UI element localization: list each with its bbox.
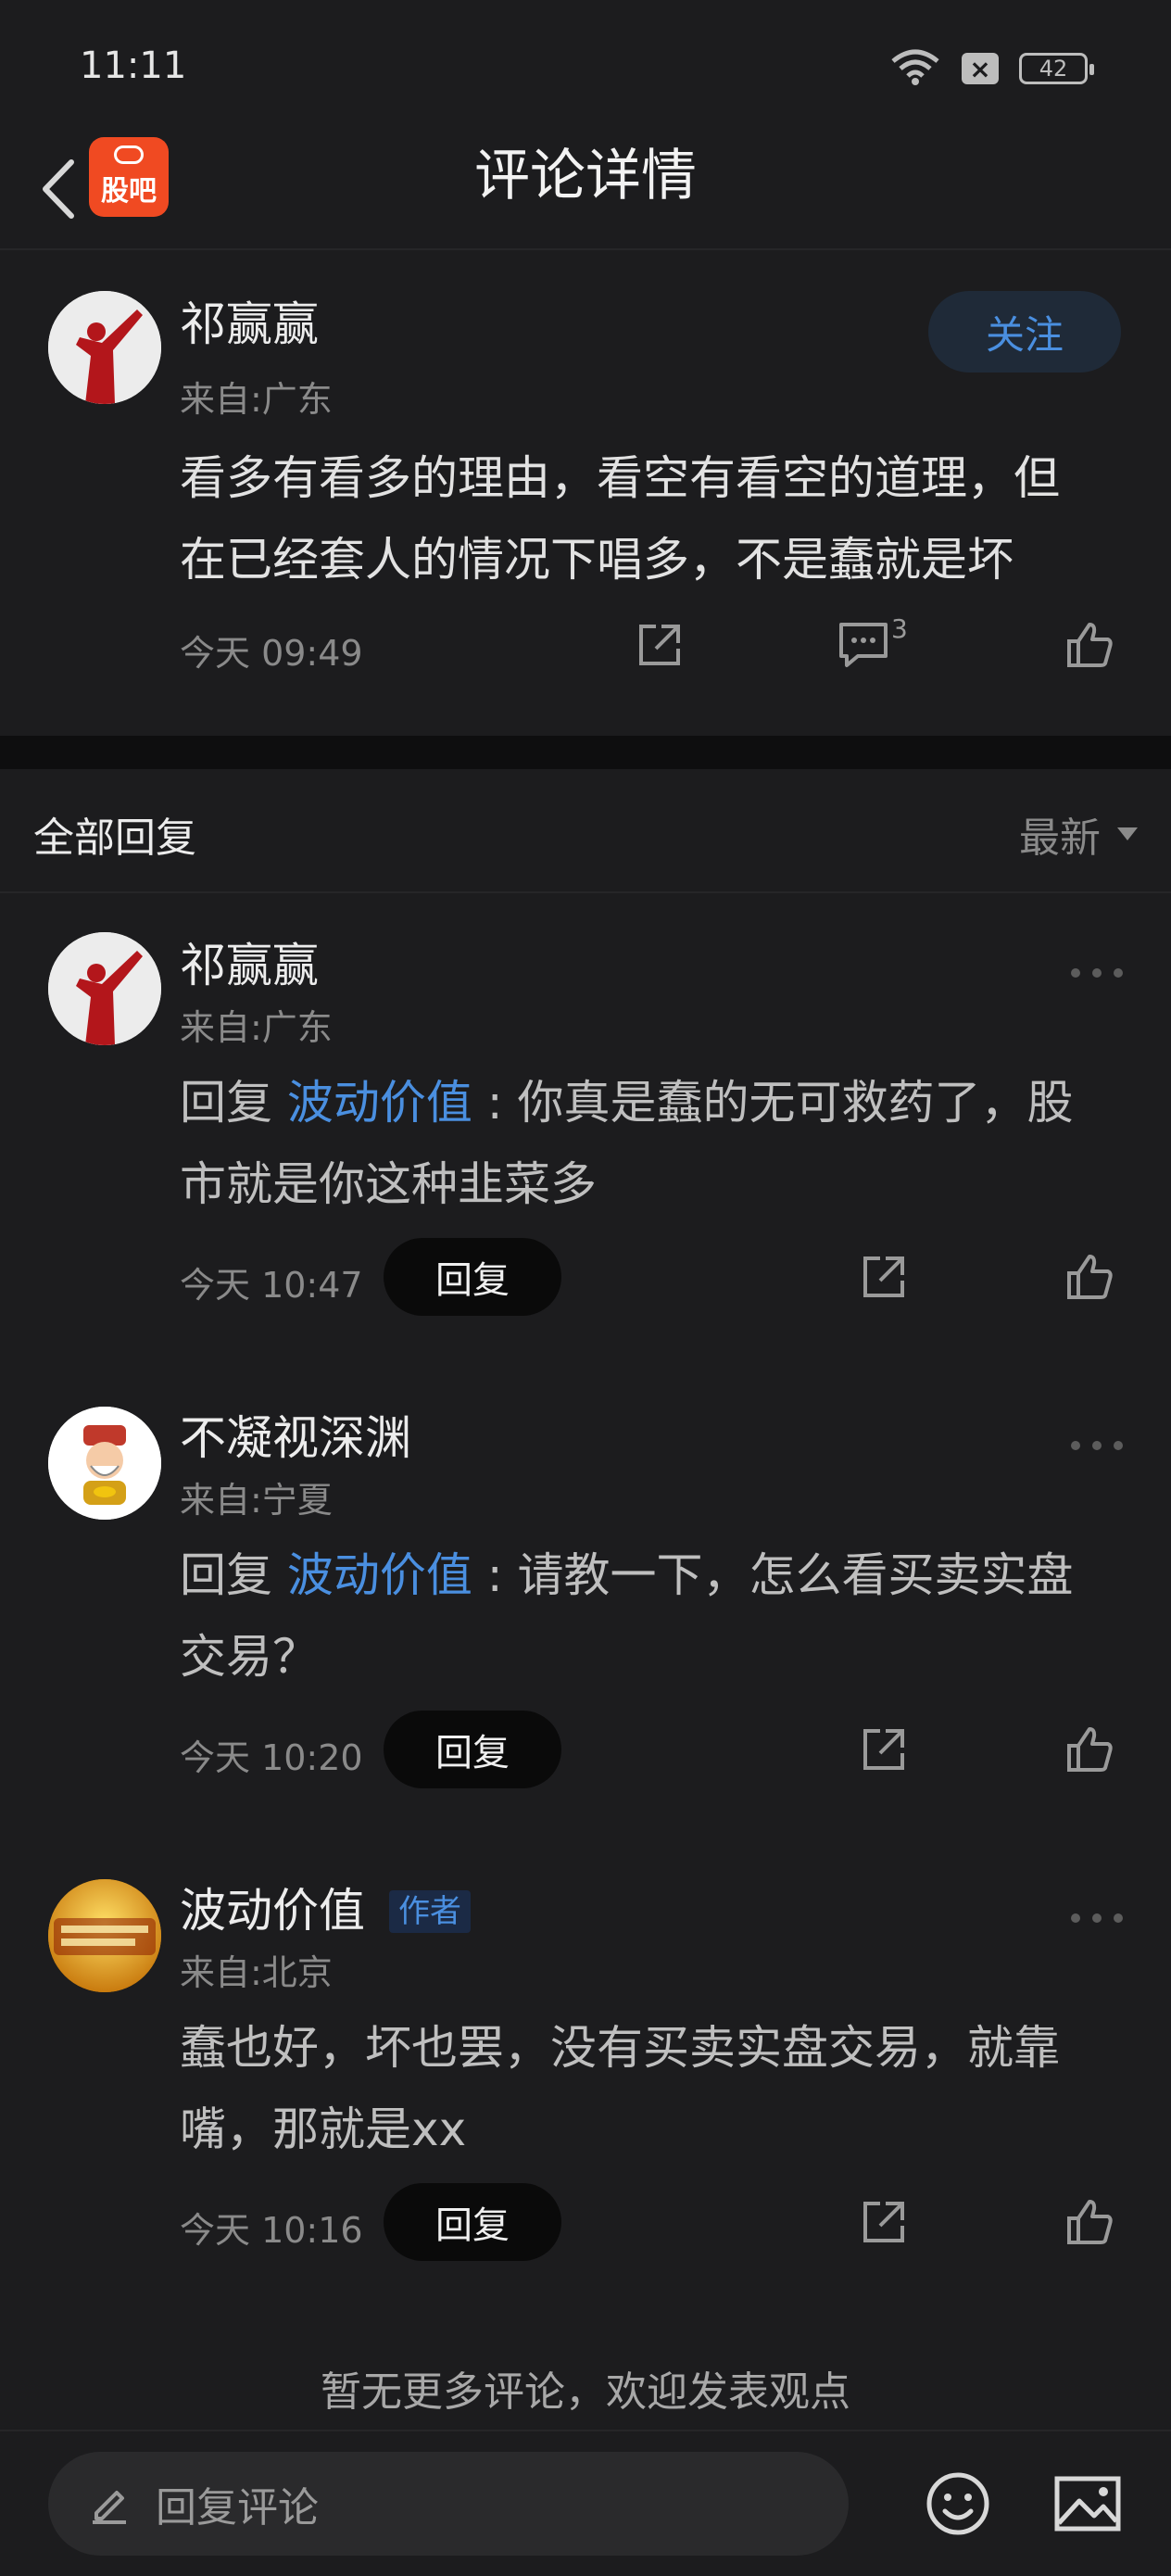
status-bar: 11:11 × 42	[0, 0, 1171, 130]
more-options-icon[interactable]	[1071, 1436, 1123, 1455]
guba-app-badge[interactable]: 股吧	[89, 137, 169, 217]
avatar-image	[48, 932, 161, 1045]
comment-line: 看多有看多的理由，看空有看空的道理，但	[180, 451, 1060, 505]
share-icon[interactable]	[630, 615, 689, 675]
author-location: 来自:北京	[180, 1952, 333, 1993]
battery-icon: 42	[1019, 53, 1094, 84]
main-comment: 祁赢赢 来自:广东 关注 看多有看多的理由，看空有看空的道理，但 在已经套人的情…	[0, 252, 1171, 736]
badge-logo-icon	[114, 145, 144, 164]
like-icon[interactable]	[1060, 1247, 1119, 1307]
reply-item: 不凝视深渊 来自:宁夏 回复 波动价值 : 请教一下，怎么看买卖实盘 交易？ 今…	[0, 1368, 1171, 1831]
reply-item: 波动价值 作者 来自:北京 蠢也好，坏也罢，没有买卖实盘交易，就靠 嘴，那就是x…	[0, 1840, 1171, 2304]
reply-text: : 你真是蠢的无可救药了，股	[472, 1076, 1074, 1130]
reply-input[interactable]: 回复评论	[48, 2452, 849, 2556]
back-button[interactable]	[26, 143, 91, 235]
more-options-icon[interactable]	[1071, 1909, 1123, 1927]
reply-button[interactable]: 回复	[384, 1238, 561, 1316]
comment-content: 看多有看多的理由，看空有看空的道理，但 在已经套人的情况下唱多，不是蠢就是坏	[180, 437, 1060, 600]
author-name[interactable]: 波动价值	[180, 1883, 365, 1938]
reply-line: 市就是你这种韭菜多	[180, 1157, 597, 1211]
mention-link[interactable]: 波动价值	[287, 1076, 472, 1130]
emoji-icon[interactable]	[919, 2465, 997, 2543]
app-badge-label: 股吧	[101, 175, 157, 208]
reply-line: 交易？	[180, 1630, 319, 1684]
author-name[interactable]: 祁赢赢	[180, 938, 319, 993]
section-title: 全部回复	[33, 814, 196, 862]
comment-count: 3	[891, 613, 908, 644]
reply-prefix: 回复	[180, 1548, 287, 1602]
like-icon[interactable]	[1060, 615, 1119, 675]
reply-line: 回复 波动价值 : 你真是蠢的无可救药了，股	[180, 1062, 1074, 1143]
author-location: 来自:广东	[180, 379, 333, 420]
share-icon[interactable]	[854, 1247, 913, 1307]
author-location: 来自:宁夏	[180, 1480, 333, 1521]
mention-link[interactable]: 波动价值	[287, 1548, 472, 1602]
share-icon[interactable]	[854, 2192, 913, 2252]
share-icon[interactable]	[854, 1720, 913, 1779]
sort-dropdown[interactable]: 最新	[1019, 804, 1138, 864]
author-location: 来自:广东	[180, 1007, 333, 1048]
comment-icon[interactable]	[834, 615, 893, 675]
chevron-left-icon	[43, 159, 74, 219]
reply-content: 回复 波动价值 : 请教一下，怎么看买卖实盘 交易？	[180, 1534, 1074, 1698]
battery-level: 42	[1039, 56, 1068, 82]
reply-text: : 请教一下，怎么看买卖实盘	[472, 1548, 1074, 1602]
status-icons: × 42	[889, 48, 1094, 89]
sort-label: 最新	[1019, 814, 1101, 862]
avatar[interactable]	[48, 932, 161, 1045]
page-title: 评论详情	[474, 144, 697, 208]
author-name[interactable]: 祁赢赢	[180, 297, 319, 352]
more-options-icon[interactable]	[1071, 964, 1123, 982]
replies-section-header: 全部回复 最新	[0, 769, 1171, 893]
comment-line: 在已经套人的情况下唱多，不是蠢就是坏	[180, 533, 1014, 587]
pencil-icon	[93, 2491, 126, 2524]
like-icon[interactable]	[1060, 1720, 1119, 1779]
reply-content: 回复 波动价值 : 你真是蠢的无可救药了，股 市就是你这种韭菜多	[180, 1062, 1074, 1225]
reply-line: 蠢也好，坏也罢，没有买卖实盘交易，就靠	[180, 2021, 1060, 2075]
like-icon[interactable]	[1060, 2192, 1119, 2252]
avatar[interactable]	[48, 291, 161, 404]
reply-button[interactable]: 回复	[384, 1711, 561, 1788]
avatar[interactable]	[48, 1879, 161, 1992]
avatar[interactable]	[48, 1407, 161, 1520]
avatar-image	[48, 1879, 161, 1992]
no-sim-icon: ×	[962, 53, 999, 84]
reply-time: 今天 10:20	[180, 1737, 363, 1778]
wifi-icon	[889, 48, 941, 89]
reply-time: 今天 10:16	[180, 2210, 363, 2251]
author-tag: 作者	[389, 1890, 471, 1933]
bottom-bar: 回复评论	[0, 2430, 1171, 2576]
author-name[interactable]: 不凝视深渊	[180, 1410, 411, 1466]
chevron-down-icon	[1117, 827, 1138, 840]
reply-prefix: 回复	[180, 1076, 287, 1130]
follow-button[interactable]: 关注	[928, 291, 1121, 373]
avatar-image	[48, 291, 161, 404]
reply-button[interactable]: 回复	[384, 2183, 561, 2261]
no-more-comments: 暂无更多评论，欢迎发表观点	[321, 2368, 850, 2416]
comment-time: 今天 09:49	[180, 633, 363, 674]
image-icon[interactable]	[1049, 2465, 1127, 2543]
avatar-image	[48, 1407, 161, 1520]
reply-line: 嘴，那就是xx	[180, 2102, 467, 2156]
status-time: 11:11	[80, 44, 187, 87]
reply-content: 蠢也好，坏也罢，没有买卖实盘交易，就靠 嘴，那就是xx	[180, 2007, 1060, 2170]
reply-time: 今天 10:47	[180, 1265, 363, 1306]
header: 评论详情 股吧	[0, 130, 1171, 250]
reply-item: 祁赢赢 来自:广东 回复 波动价值 : 你真是蠢的无可救药了，股 市就是你这种韭…	[0, 895, 1171, 1358]
reply-input-placeholder: 回复评论	[156, 2484, 319, 2532]
reply-line: 回复 波动价值 : 请教一下，怎么看买卖实盘	[180, 1534, 1074, 1616]
section-divider	[0, 736, 1171, 769]
